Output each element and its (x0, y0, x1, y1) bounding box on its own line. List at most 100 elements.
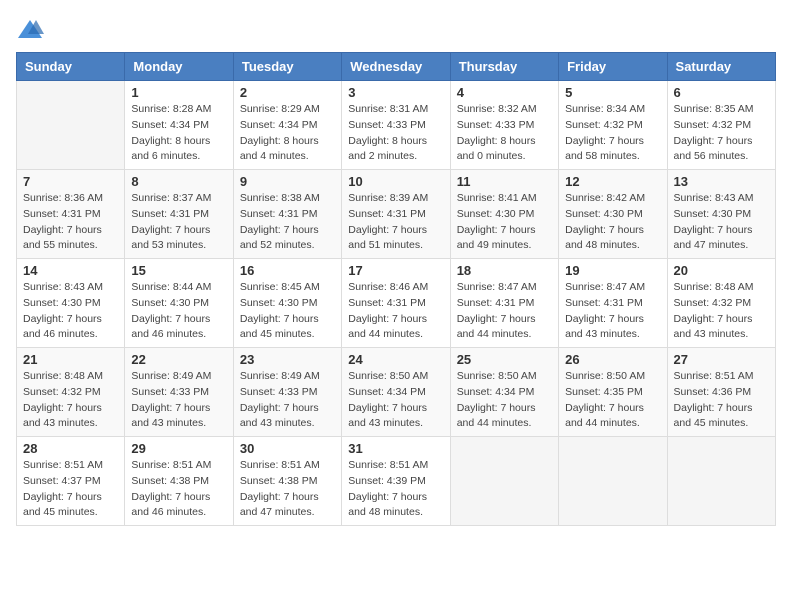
day-info: Sunrise: 8:43 AMSunset: 4:30 PMDaylight:… (674, 191, 769, 254)
calendar-cell: 22 Sunrise: 8:49 AMSunset: 4:33 PMDayligh… (125, 348, 233, 437)
column-header-sunday: Sunday (17, 53, 125, 81)
day-number: 15 (131, 263, 226, 278)
day-number: 18 (457, 263, 552, 278)
day-number: 27 (674, 352, 769, 367)
calendar-cell: 23 Sunrise: 8:49 AMSunset: 4:33 PMDayligh… (233, 348, 341, 437)
day-info: Sunrise: 8:51 AMSunset: 4:39 PMDaylight:… (348, 458, 443, 521)
day-info: Sunrise: 8:31 AMSunset: 4:33 PMDaylight:… (348, 102, 443, 165)
day-info: Sunrise: 8:46 AMSunset: 4:31 PMDaylight:… (348, 280, 443, 343)
calendar-table: SundayMondayTuesdayWednesdayThursdayFrid… (16, 52, 776, 526)
page-header (16, 16, 776, 44)
day-info: Sunrise: 8:43 AMSunset: 4:30 PMDaylight:… (23, 280, 118, 343)
logo (16, 16, 48, 44)
day-info: Sunrise: 8:49 AMSunset: 4:33 PMDaylight:… (240, 369, 335, 432)
day-info: Sunrise: 8:44 AMSunset: 4:30 PMDaylight:… (131, 280, 226, 343)
day-number: 22 (131, 352, 226, 367)
day-info: Sunrise: 8:51 AMSunset: 4:37 PMDaylight:… (23, 458, 118, 521)
day-number: 3 (348, 85, 443, 100)
calendar-cell (450, 437, 558, 526)
day-number: 25 (457, 352, 552, 367)
calendar-cell: 15 Sunrise: 8:44 AMSunset: 4:30 PMDayligh… (125, 259, 233, 348)
day-info: Sunrise: 8:41 AMSunset: 4:30 PMDaylight:… (457, 191, 552, 254)
calendar-cell: 21 Sunrise: 8:48 AMSunset: 4:32 PMDayligh… (17, 348, 125, 437)
calendar-header-row: SundayMondayTuesdayWednesdayThursdayFrid… (17, 53, 776, 81)
day-info: Sunrise: 8:47 AMSunset: 4:31 PMDaylight:… (565, 280, 660, 343)
calendar-cell (17, 81, 125, 170)
day-number: 29 (131, 441, 226, 456)
day-info: Sunrise: 8:37 AMSunset: 4:31 PMDaylight:… (131, 191, 226, 254)
calendar-cell: 30 Sunrise: 8:51 AMSunset: 4:38 PMDayligh… (233, 437, 341, 526)
column-header-tuesday: Tuesday (233, 53, 341, 81)
day-number: 20 (674, 263, 769, 278)
day-info: Sunrise: 8:51 AMSunset: 4:38 PMDaylight:… (240, 458, 335, 521)
day-number: 30 (240, 441, 335, 456)
calendar-cell: 19 Sunrise: 8:47 AMSunset: 4:31 PMDayligh… (559, 259, 667, 348)
calendar-cell: 16 Sunrise: 8:45 AMSunset: 4:30 PMDayligh… (233, 259, 341, 348)
day-info: Sunrise: 8:51 AMSunset: 4:38 PMDaylight:… (131, 458, 226, 521)
calendar-cell: 14 Sunrise: 8:43 AMSunset: 4:30 PMDayligh… (17, 259, 125, 348)
calendar-cell: 29 Sunrise: 8:51 AMSunset: 4:38 PMDayligh… (125, 437, 233, 526)
calendar-cell: 11 Sunrise: 8:41 AMSunset: 4:30 PMDayligh… (450, 170, 558, 259)
column-header-thursday: Thursday (450, 53, 558, 81)
calendar-cell: 27Sunrise: 8:51 AMSunset: 4:36 PMDayligh… (667, 348, 775, 437)
calendar-cell: 25 Sunrise: 8:50 AMSunset: 4:34 PMDayligh… (450, 348, 558, 437)
day-number: 4 (457, 85, 552, 100)
calendar-cell: 9 Sunrise: 8:38 AMSunset: 4:31 PMDaylight… (233, 170, 341, 259)
calendar-week-3: 14 Sunrise: 8:43 AMSunset: 4:30 PMDayligh… (17, 259, 776, 348)
calendar-cell: 18Sunrise: 8:47 AMSunset: 4:31 PMDayligh… (450, 259, 558, 348)
calendar-cell: 26Sunrise: 8:50 AMSunset: 4:35 PMDayligh… (559, 348, 667, 437)
logo-icon (16, 16, 44, 44)
calendar-cell: 17Sunrise: 8:46 AMSunset: 4:31 PMDayligh… (342, 259, 450, 348)
day-number: 21 (23, 352, 118, 367)
day-info: Sunrise: 8:28 AMSunset: 4:34 PMDaylight:… (131, 102, 226, 165)
calendar-week-4: 21 Sunrise: 8:48 AMSunset: 4:32 PMDayligh… (17, 348, 776, 437)
day-number: 13 (674, 174, 769, 189)
calendar-cell: 5 Sunrise: 8:34 AMSunset: 4:32 PMDaylight… (559, 81, 667, 170)
day-info: Sunrise: 8:48 AMSunset: 4:32 PMDaylight:… (674, 280, 769, 343)
day-info: Sunrise: 8:49 AMSunset: 4:33 PMDaylight:… (131, 369, 226, 432)
calendar-cell: 28 Sunrise: 8:51 AMSunset: 4:37 PMDayligh… (17, 437, 125, 526)
day-info: Sunrise: 8:35 AMSunset: 4:32 PMDaylight:… (674, 102, 769, 165)
day-info: Sunrise: 8:32 AMSunset: 4:33 PMDaylight:… (457, 102, 552, 165)
calendar-cell: 3 Sunrise: 8:31 AMSunset: 4:33 PMDaylight… (342, 81, 450, 170)
calendar-cell (667, 437, 775, 526)
day-number: 28 (23, 441, 118, 456)
day-number: 24 (348, 352, 443, 367)
day-number: 5 (565, 85, 660, 100)
day-number: 11 (457, 174, 552, 189)
day-info: Sunrise: 8:36 AMSunset: 4:31 PMDaylight:… (23, 191, 118, 254)
calendar-week-2: 7 Sunrise: 8:36 AMSunset: 4:31 PMDaylight… (17, 170, 776, 259)
calendar-cell: 24 Sunrise: 8:50 AMSunset: 4:34 PMDayligh… (342, 348, 450, 437)
column-header-wednesday: Wednesday (342, 53, 450, 81)
day-number: 12 (565, 174, 660, 189)
day-number: 16 (240, 263, 335, 278)
day-number: 8 (131, 174, 226, 189)
calendar-cell: 12 Sunrise: 8:42 AMSunset: 4:30 PMDayligh… (559, 170, 667, 259)
day-number: 14 (23, 263, 118, 278)
calendar-week-5: 28 Sunrise: 8:51 AMSunset: 4:37 PMDayligh… (17, 437, 776, 526)
day-info: Sunrise: 8:50 AMSunset: 4:34 PMDaylight:… (457, 369, 552, 432)
day-number: 19 (565, 263, 660, 278)
day-number: 31 (348, 441, 443, 456)
day-info: Sunrise: 8:42 AMSunset: 4:30 PMDaylight:… (565, 191, 660, 254)
calendar-cell: 13 Sunrise: 8:43 AMSunset: 4:30 PMDayligh… (667, 170, 775, 259)
calendar-cell: 7 Sunrise: 8:36 AMSunset: 4:31 PMDaylight… (17, 170, 125, 259)
day-number: 10 (348, 174, 443, 189)
day-info: Sunrise: 8:48 AMSunset: 4:32 PMDaylight:… (23, 369, 118, 432)
day-number: 26 (565, 352, 660, 367)
column-header-saturday: Saturday (667, 53, 775, 81)
calendar-week-1: 1Sunrise: 8:28 AMSunset: 4:34 PMDaylight… (17, 81, 776, 170)
day-info: Sunrise: 8:38 AMSunset: 4:31 PMDaylight:… (240, 191, 335, 254)
day-number: 9 (240, 174, 335, 189)
day-info: Sunrise: 8:45 AMSunset: 4:30 PMDaylight:… (240, 280, 335, 343)
day-info: Sunrise: 8:34 AMSunset: 4:32 PMDaylight:… (565, 102, 660, 165)
column-header-monday: Monday (125, 53, 233, 81)
day-number: 23 (240, 352, 335, 367)
calendar-cell: 31 Sunrise: 8:51 AMSunset: 4:39 PMDayligh… (342, 437, 450, 526)
day-number: 6 (674, 85, 769, 100)
calendar-cell: 4 Sunrise: 8:32 AMSunset: 4:33 PMDaylight… (450, 81, 558, 170)
day-number: 7 (23, 174, 118, 189)
calendar-cell: 10Sunrise: 8:39 AMSunset: 4:31 PMDayligh… (342, 170, 450, 259)
calendar-cell: 20 Sunrise: 8:48 AMSunset: 4:32 PMDayligh… (667, 259, 775, 348)
day-info: Sunrise: 8:50 AMSunset: 4:34 PMDaylight:… (348, 369, 443, 432)
